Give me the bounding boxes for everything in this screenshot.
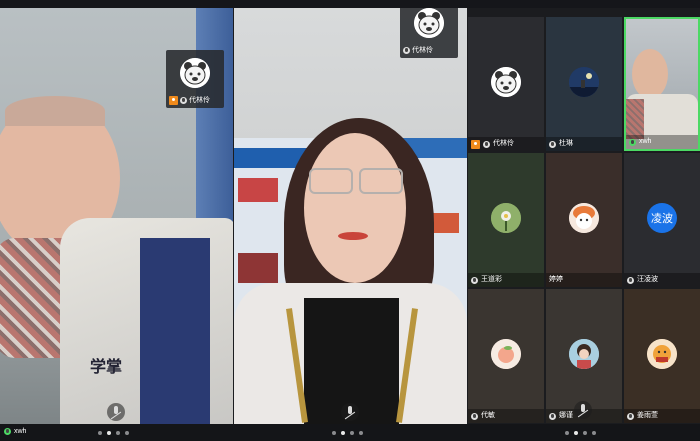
tile-name: xwh bbox=[639, 138, 652, 145]
glasses-right bbox=[359, 168, 403, 194]
poster-photo-2 bbox=[238, 253, 278, 283]
tile-namebar: 婷婷 bbox=[546, 273, 622, 287]
mic-active-icon bbox=[4, 428, 11, 435]
person-head bbox=[632, 49, 668, 99]
left-pane-name: xwh bbox=[14, 428, 27, 435]
mute-mic-icon[interactable] bbox=[574, 401, 592, 419]
mic-icon bbox=[471, 412, 478, 420]
participant-tile-speaking[interactable]: xwh bbox=[624, 17, 700, 151]
tile-name: 代林伶 bbox=[493, 140, 514, 147]
tile-name: 娜谨 bbox=[559, 412, 573, 419]
bear-avatar-icon bbox=[180, 58, 210, 88]
scarf bbox=[626, 99, 644, 139]
tile-namebar: 汪凌波 bbox=[624, 273, 700, 287]
host-badge-icon bbox=[471, 139, 480, 149]
tile-namebar: 代林伶 bbox=[468, 137, 544, 151]
bear-avatar-icon bbox=[414, 8, 444, 38]
text-avatar-label: 凌波 bbox=[651, 213, 673, 225]
bear-avatar-icon bbox=[491, 67, 521, 97]
bottom-bar: xwh bbox=[0, 424, 700, 441]
girl-avatar-icon bbox=[569, 339, 599, 369]
page-indicator-left[interactable] bbox=[98, 431, 129, 435]
participant-tile[interactable]: 杜琳 bbox=[546, 17, 622, 151]
mic-icon bbox=[549, 412, 556, 420]
participant-tile[interactable]: 姜雨萱 bbox=[624, 289, 700, 423]
tile-namebar: 王道彩 bbox=[468, 273, 544, 287]
mic-icon bbox=[471, 276, 478, 284]
tile-name: 王道彩 bbox=[481, 276, 502, 283]
host-badge-icon bbox=[169, 95, 178, 105]
page-indicator-center[interactable] bbox=[332, 431, 363, 435]
mic-icon bbox=[627, 412, 634, 420]
hair bbox=[5, 96, 105, 126]
mic-active-icon bbox=[629, 138, 636, 146]
poster-photo-1 bbox=[238, 178, 278, 202]
top-bar bbox=[0, 0, 700, 8]
tile-name: 汪凌波 bbox=[637, 276, 658, 283]
top-card-namebar: 代林伶 bbox=[400, 44, 458, 56]
mute-mic-icon[interactable] bbox=[341, 403, 359, 421]
page-indicator-right[interactable] bbox=[565, 431, 596, 435]
lips bbox=[338, 232, 368, 240]
tile-name: 杜琳 bbox=[559, 140, 573, 147]
mic-icon bbox=[403, 46, 410, 54]
cartoon-avatar-icon bbox=[569, 203, 599, 233]
mic-icon bbox=[483, 140, 490, 148]
glasses-left bbox=[309, 168, 353, 194]
jacket-print: 学掌 bbox=[90, 359, 123, 376]
tile-namebar: 代敏 bbox=[468, 409, 544, 423]
mic-icon bbox=[549, 140, 556, 148]
text-avatar-icon: 凌波 bbox=[647, 203, 677, 233]
mic-icon bbox=[627, 276, 634, 284]
participant-grid: 代林伶 杜琳 xwh 王道彩 婷婷 凌波 汪凌波 代敏 娜谨 姜雨萱 bbox=[468, 17, 700, 424]
tile-namebar: 杜琳 bbox=[546, 137, 622, 151]
top-floating-participant-card[interactable]: 代林伶 bbox=[400, 8, 458, 58]
participant-tile[interactable]: 婷婷 bbox=[546, 153, 622, 287]
video-pane-left[interactable]: 学掌 代林伶 bbox=[0, 8, 233, 424]
flower-avatar-icon bbox=[491, 203, 521, 233]
peach-avatar-icon bbox=[491, 339, 521, 369]
mic-icon bbox=[180, 96, 187, 104]
tile-name: 婷婷 bbox=[549, 276, 563, 283]
tile-namebar: 姜雨萱 bbox=[624, 409, 700, 423]
participant-tile[interactable]: 代敏 bbox=[468, 289, 544, 423]
night-avatar-icon bbox=[569, 67, 599, 97]
video-pane-center[interactable]: 代林伶 bbox=[234, 8, 467, 424]
participant-tile[interactable]: 凌波 汪凌波 bbox=[624, 153, 700, 287]
floating-card-namebar: 代林伶 bbox=[166, 94, 224, 106]
mute-mic-icon[interactable] bbox=[107, 403, 125, 421]
tile-name: 姜雨萱 bbox=[637, 412, 658, 419]
left-pane-namebar: xwh bbox=[4, 428, 26, 435]
floating-card-name: 代林伶 bbox=[189, 97, 210, 104]
tiger-avatar-icon bbox=[647, 339, 677, 369]
participant-tile[interactable]: 王道彩 bbox=[468, 153, 544, 287]
top-card-name: 代林伶 bbox=[412, 47, 433, 54]
tile-namebar: xwh bbox=[626, 135, 698, 149]
participant-tile[interactable]: 代林伶 bbox=[468, 17, 544, 151]
jacket-navy-panel bbox=[140, 238, 210, 424]
tile-name: 代敏 bbox=[481, 412, 495, 419]
floating-participant-card[interactable]: 代林伶 bbox=[166, 50, 224, 108]
person-face bbox=[304, 133, 406, 283]
